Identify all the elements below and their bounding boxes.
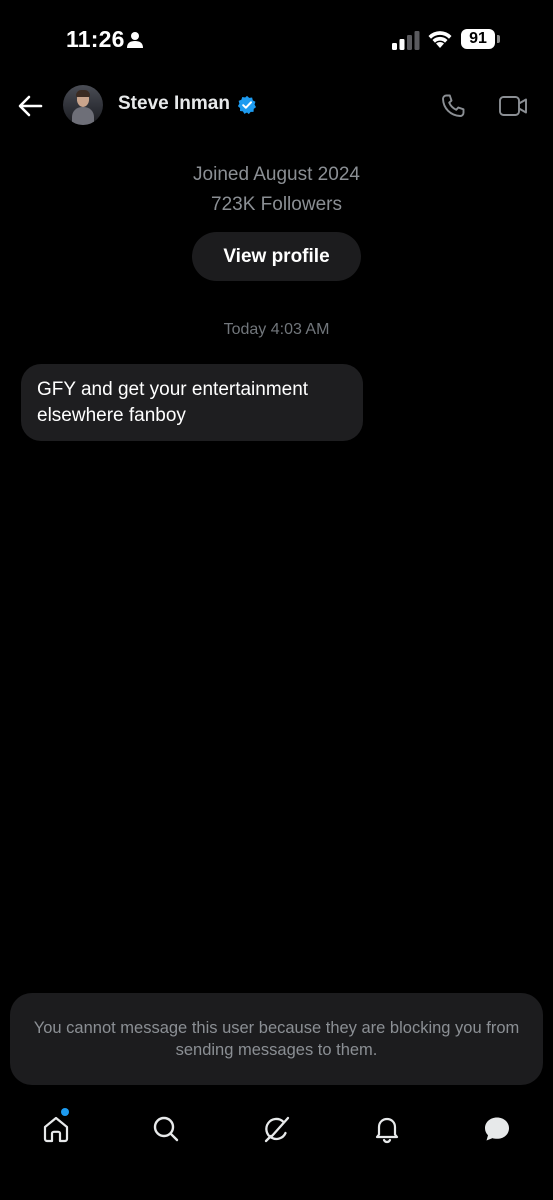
phone-icon[interactable] [440, 93, 466, 119]
nav-notifications[interactable] [367, 1109, 407, 1149]
message-timestamp: Today 4:03 AM [223, 321, 330, 338]
cellular-signal-icon [392, 31, 420, 50]
status-time: 11:26 [66, 26, 125, 52]
notification-dot [61, 1108, 69, 1116]
view-profile-button[interactable]: View profile [192, 232, 361, 281]
blocked-notice-text: You cannot message this user because the… [33, 1019, 520, 1059]
followers-count: 723K Followers [211, 194, 342, 215]
message-text: GFY and get your entertainment elsewhere… [37, 379, 309, 426]
video-camera-icon[interactable] [498, 93, 528, 119]
avatar-hair [76, 90, 90, 97]
search-icon [153, 1116, 179, 1142]
contact-name[interactable]: Steve Inman [118, 93, 230, 115]
conversation-header: Steve Inman [0, 80, 553, 132]
home-icon [43, 1116, 69, 1143]
verified-badge-icon [237, 95, 256, 115]
bell-icon [375, 1117, 399, 1144]
back-arrow-icon[interactable] [16, 92, 44, 120]
nav-grok[interactable] [257, 1109, 297, 1149]
blocked-notice: You cannot message this user because the… [10, 993, 543, 1085]
message-bubble-icon [485, 1117, 509, 1141]
battery-cap [497, 35, 500, 43]
battery-level: 91 [461, 29, 495, 49]
nav-search[interactable] [146, 1109, 186, 1149]
nav-home[interactable] [36, 1108, 76, 1149]
battery-indicator: 91 [461, 29, 501, 51]
person-icon [127, 32, 143, 48]
grok-icon [264, 1116, 290, 1143]
wifi-icon [428, 31, 452, 48]
bottom-navigation [0, 1100, 553, 1160]
nav-messages[interactable] [477, 1109, 517, 1149]
avatar[interactable] [63, 85, 103, 125]
profile-info: Joined August 2024 723K Followers [0, 160, 553, 220]
joined-date: Joined August 2024 [193, 164, 360, 185]
status-bar: 11:26 91 [0, 0, 553, 80]
avatar-body [72, 107, 94, 125]
message-bubble[interactable]: GFY and get your entertainment elsewhere… [21, 364, 363, 441]
